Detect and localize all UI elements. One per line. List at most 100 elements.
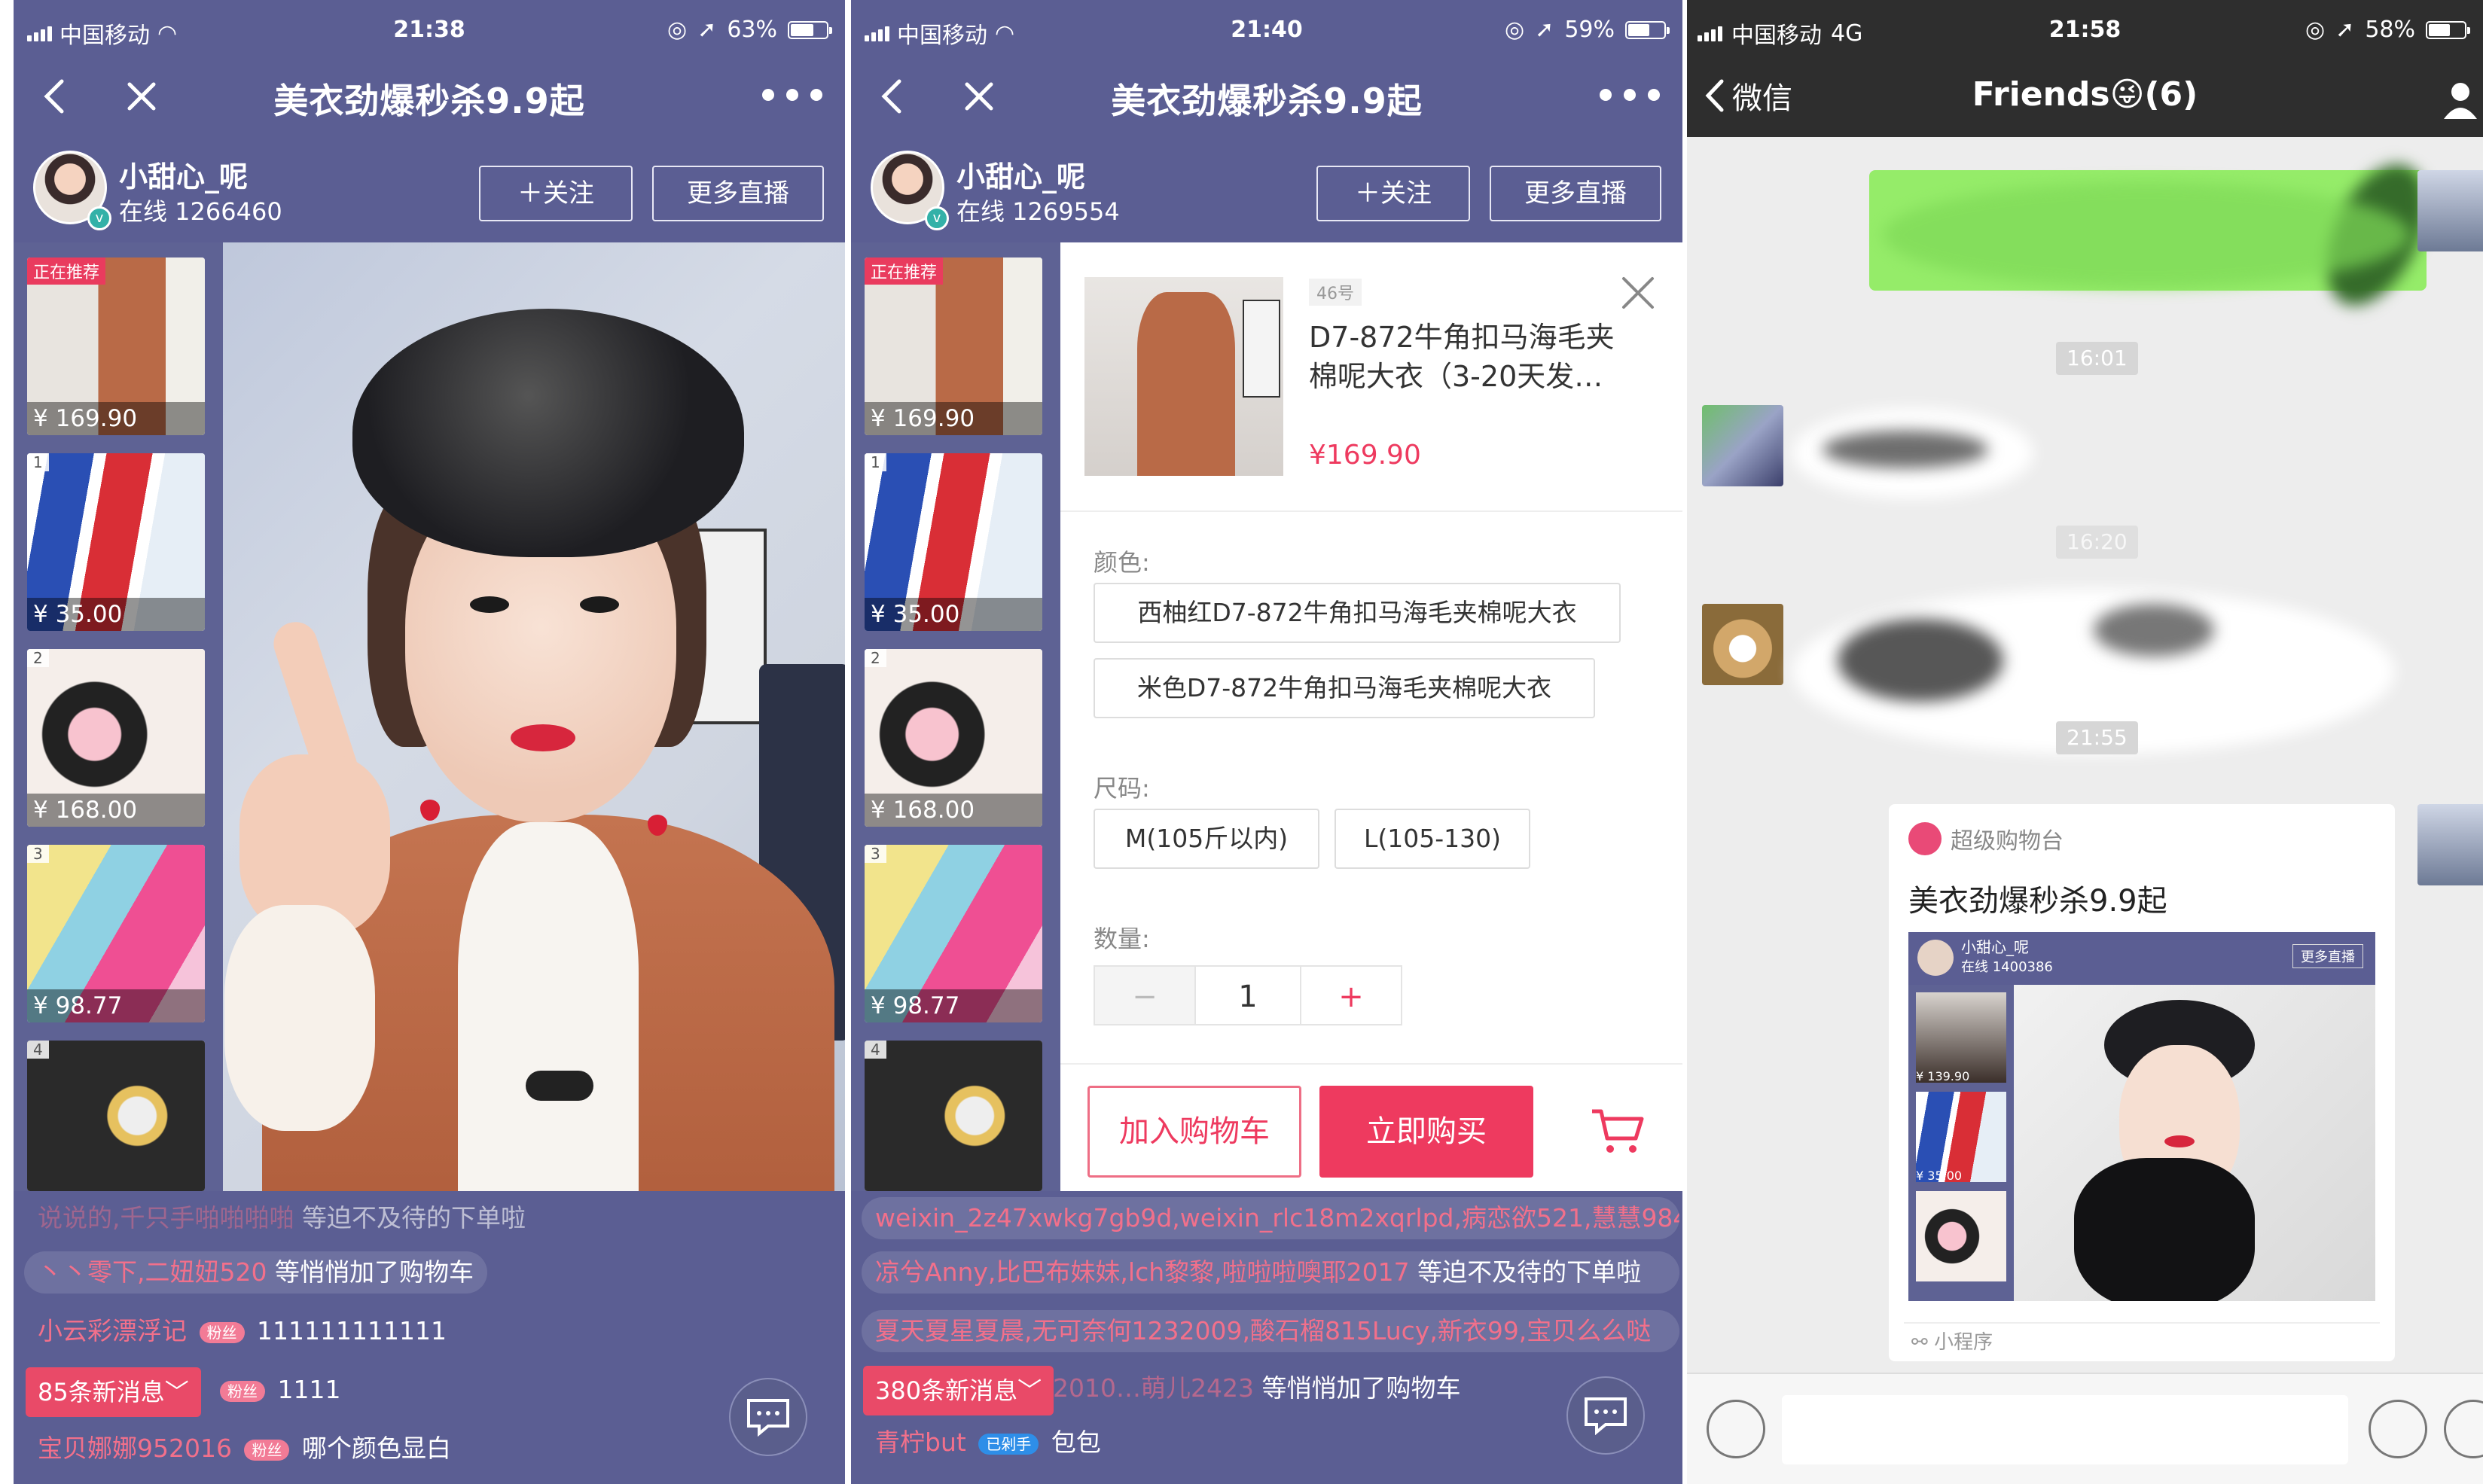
qty-value[interactable]: 1 [1196,965,1300,1025]
follow-button[interactable]: ＋关注 [1316,166,1470,221]
qty-plus-button[interactable]: + [1300,965,1402,1025]
quantity-stepper: − 1 + [1094,965,1402,1025]
lips [511,724,575,751]
product-card[interactable]: 正在推荐 ¥ 169.90 [27,257,205,435]
live-video[interactable]: 正在推荐 ¥ 169.90 1 ¥ 35.00 2 ¥ 168.00 3 ¥ 9… [14,242,845,1191]
comment-line: 说说的,千只手啪啪啪啪 等迫不及待的下单啦 [24,1197,539,1239]
color-option[interactable]: 米色D7-872牛角扣马海毛夹棉呢大衣 [1094,658,1595,718]
nav-bar: 美衣劲爆秒杀9.9起 [851,59,1682,134]
comment-text: 1111 [277,1375,341,1404]
eye [580,596,619,613]
chat-nav-bar: 微信 Friends😜(6) [1687,59,2483,137]
friend-avatar[interactable] [1702,405,1783,486]
chat-button[interactable] [729,1378,807,1456]
my-avatar[interactable] [2417,170,2483,251]
preview-more-live: 更多直播 [2292,944,2363,968]
comment-text: 等悄悄加了购物车 [274,1257,474,1287]
fan-badge: 粉丝 [244,1439,290,1461]
product-index: 3 [27,845,49,863]
add-to-cart-button[interactable]: 加入购物车 [1087,1086,1301,1178]
follow-button[interactable]: ＋关注 [479,166,633,221]
mini-program-source: 超级购物台 [1908,822,2064,855]
chat-area: 16:01 16:20 21:55 超级购物台 美衣劲爆秒杀9.9起 小甜心_呢… [1687,137,2483,1373]
chat-button[interactable] [1566,1376,1645,1455]
divider [1060,510,1682,512]
plus-icon[interactable] [2444,1400,2483,1458]
popup-product-image [1084,277,1283,476]
size-option[interactable]: M(105斤以内) [1094,809,1319,869]
mini-program-label: 小程序 [1934,1331,1993,1354]
comment-line: 粉丝 1111 [202,1369,354,1411]
message-input[interactable] [1782,1395,2348,1464]
product-strip: 正在推荐 ¥ 169.90 1 ¥ 35.00 2 ¥ 168.00 3 ¥ 9… [851,242,1060,1191]
comment-line: 丶丶零下,二妞妞520 等悄悄加了购物车 [24,1251,487,1294]
scribble [1838,619,2003,702]
comment-line: 夏天夏星夏晨,无可奈何1232009,酸石榴815Lucy,新衣99,宝贝么么哒 [862,1310,1679,1352]
comment-user: 宝贝娜娜952016 [38,1434,232,1463]
my-avatar[interactable] [2417,804,2483,885]
product-price: ¥ 35.00 [865,598,1042,631]
rotation-lock-icon: ◎ [1504,17,1525,43]
voice-icon[interactable] [1707,1400,1765,1458]
size-label: 尺码: [1094,774,1150,803]
group-members-icon[interactable] [2438,78,2483,120]
product-card[interactable]: 4 [865,1041,1042,1191]
host-row: v 小甜心_呢 在线 1266460 ＋关注 更多直播 [14,143,845,241]
cart-icon[interactable] [1588,1101,1648,1161]
rotation-lock-icon: ◎ [667,17,688,43]
more-icon[interactable] [762,80,822,110]
product-card[interactable]: 1 ¥ 35.00 [865,453,1042,631]
battery-percent: 58% [2365,17,2415,43]
location-icon: ➚ [1535,17,1554,43]
product-card[interactable]: 4 [27,1041,205,1191]
more-icon[interactable] [1600,80,1660,110]
comment-line: 2010…萌儿2423 等悄悄加了购物车 [1039,1367,1474,1409]
size-option[interactable]: L(105-130) [1335,809,1530,869]
chat-icon [747,1399,789,1437]
status-right: ◎ ➚ 63% [667,17,832,43]
product-price: ¥ 98.77 [27,989,205,1022]
product-card[interactable]: 1 ¥ 35.00 [27,453,205,631]
comment-user: weixin_2z47xwkg7gb9d,weixin_rlc18m2xqrlp… [875,1203,1679,1233]
puff-thumbnail [865,1041,1042,1191]
preview-online: 在线 1400386 [1961,959,2053,975]
battery-percent: 63% [727,17,777,43]
emoji-icon[interactable] [2369,1400,2427,1458]
product-price: ¥ 98.77 [865,989,1042,1022]
color-option[interactable]: 西柚红D7-872牛角扣马海毛夹棉呢大衣 [1094,583,1621,643]
product-index: 2 [865,649,886,667]
more-live-button[interactable]: 更多直播 [1490,166,1661,221]
product-card[interactable]: 2 ¥ 168.00 [865,649,1042,827]
comment-feed: weixin_2z47xwkg7gb9d,weixin_rlc18m2xqrlp… [851,1197,1682,1484]
product-card[interactable]: 3 ¥ 98.77 [27,845,205,1022]
chat-input-bar [1687,1373,2483,1484]
status-bar: 中国移动 ◠ 21:38 ◎ ➚ 63% [14,0,845,59]
verified-icon: v [87,206,111,230]
preview-header: 小甜心_呢 在线 1400386 更多直播 [1908,932,2375,985]
close-icon[interactable] [1618,273,1658,313]
stage: 中国移动 ◠ 21:38 ◎ ➚ 63% 美衣劲爆秒杀9.9起 v 小甜心_呢 … [0,0,2483,1484]
product-index: 2 [27,649,49,667]
product-price: ¥169.90 [1309,440,1421,471]
host-name: 小甜心_呢 [119,160,249,193]
new-messages-button[interactable]: 380条新消息﹀ [863,1366,1054,1415]
scribble [1823,431,1988,468]
mini-program-card[interactable]: 超级购物台 美衣劲爆秒杀9.9起 小甜心_呢 在线 1400386 更多直播 ¥… [1889,804,2395,1361]
comment-line: 小云彩漂浮记 粉丝 111111111111 [24,1310,460,1352]
host-row: v 小甜心_呢 在线 1269554 ＋关注 更多直播 [851,143,1682,241]
card-preview: 小甜心_呢 在线 1400386 更多直播 ¥ 139.90 ¥ 35.00 [1908,932,2375,1301]
product-card[interactable]: 正在推荐 ¥ 169.90 [865,257,1042,435]
comment-text: 哪个颜色显白 [301,1434,451,1463]
friend-avatar[interactable] [1702,604,1783,685]
recommend-tag: 正在推荐 [865,257,944,285]
more-live-button[interactable]: 更多直播 [652,166,824,221]
product-card[interactable]: 2 ¥ 168.00 [27,649,205,827]
new-messages-button[interactable]: 85条新消息﹀ [26,1367,201,1417]
live-phone-2: 中国移动 ◠ 21:40 ◎ ➚ 59% 美衣劲爆秒杀9.9起 v 小甜心_呢 … [851,0,1682,1484]
product-card[interactable]: 3 ¥ 98.77 [865,845,1042,1022]
qty-minus-button[interactable]: − [1094,965,1196,1025]
product-price: ¥ 168.00 [865,794,1042,827]
live-video: 正在推荐 ¥ 169.90 1 ¥ 35.00 2 ¥ 168.00 3 ¥ 9… [851,242,1682,1191]
comment-line: 凉兮Anny,比巴布妹妹,lch黎黎,啦啦啦噢耶2017 等迫不及待的下单啦 [862,1251,1679,1294]
buy-now-button[interactable]: 立即购买 [1319,1086,1533,1178]
